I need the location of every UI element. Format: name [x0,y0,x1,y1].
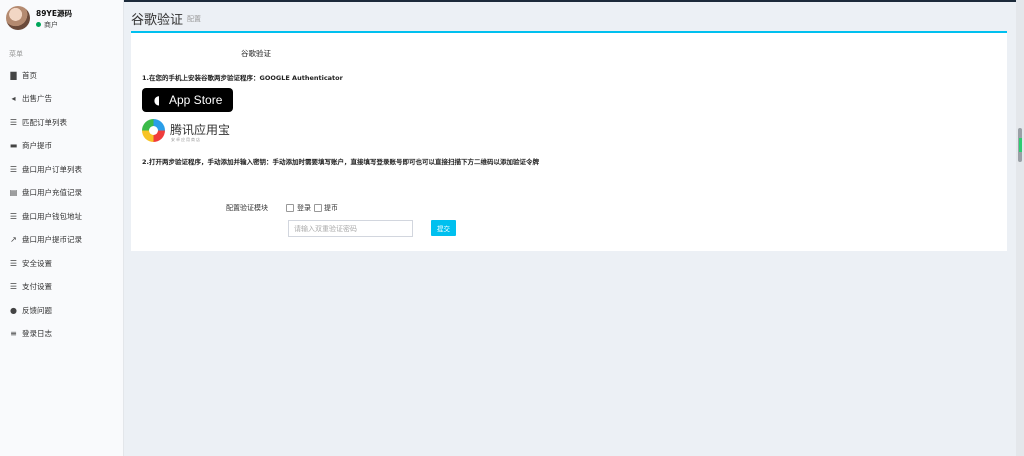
tencent-store-tagline: 安卓应用商店 [171,137,201,142]
bar-chart-icon: ▇ [10,70,17,80]
step-2-instruction: 2.打开两步验证程序，手动添加并输入密钥：手动添加时需要填写账户，直接填写登录账… [142,158,539,166]
bullhorn-icon: ◂ [11,93,16,103]
card-title: 谷歌验证 [241,49,271,58]
page-subtitle: 配置 [187,15,201,23]
google-auth-card: 谷歌验证 1.在您的手机上安装谷歌两步验证程序：GOOGLE Authentic… [131,31,1007,251]
sidebar-item-label: 盘口用户充值记录 [22,187,82,197]
top-navbar [124,0,1024,2]
page-title: 谷歌验证 [131,13,184,28]
tencent-logo-icon [142,119,165,142]
sidebar: 89YE源码 商户 菜单 ▇ 首页 ◂ 出售广告 ☰ 匹配订单列表 ▬ 商户提币 ☰ 盘口… [0,0,124,456]
menu-header: 菜单 [9,50,23,58]
sidebar-item-home[interactable]: ▇ 首页 [9,69,37,81]
list-icon: ☰ [9,281,18,291]
sidebar-item-label: 首页 [22,70,37,80]
login-checkbox-label: 登录 [297,204,311,212]
two-factor-code-input[interactable] [288,220,413,237]
list-icon: ☰ [9,211,18,221]
sidebar-item-label: 登录日志 [22,328,52,338]
sidebar-item-payment[interactable]: ☰ 支付设置 [9,280,52,292]
withdraw-checkbox-label: 提币 [324,204,338,212]
step-1-instruction: 1.在您的手机上安装谷歌两步验证程序：GOOGLE Authenticator [142,74,343,82]
sidebar-item-feedback[interactable]: ● 反馈问题 [9,304,52,316]
sidebar-item-label: 出售广告 [22,93,52,103]
sidebar-item-user-wallets[interactable]: ☰ 盘口用户钱包地址 [9,210,82,222]
sidebar-item-sell-ads[interactable]: ◂ 出售广告 [9,92,52,104]
user-name: 89YE源码 [36,9,72,18]
submit-button[interactable]: 提交 [431,220,456,236]
sidebar-item-label: 匹配订单列表 [22,117,67,127]
app-store-label: App Store [169,93,223,107]
sidebar-item-security[interactable]: ☰ 安全设置 [9,257,52,269]
sidebar-item-merchant-withdraw[interactable]: ▬ 商户提币 [9,139,52,151]
avatar[interactable] [6,6,30,30]
list-ol-icon: ≡ [10,328,17,338]
list-icon: ☰ [9,117,18,127]
comment-icon: ● [10,305,17,315]
sidebar-item-label: 盘口用户提币记录 [22,234,82,244]
tencent-appstore-badge[interactable]: 腾讯应用宝 安卓应用商店 [142,118,237,144]
scrollbar-track[interactable] [1016,0,1024,456]
user-panel: 89YE源码 商户 [6,6,121,32]
sidebar-item-label: 盘口用户订单列表 [22,164,82,174]
sidebar-item-user-withdrawals[interactable]: ↗ 盘口用户提币记录 [9,233,82,245]
credit-card-icon: ▬ [9,140,18,150]
user-status: 商户 [36,20,58,30]
sidebar-item-login-log[interactable]: ≡ 登录日志 [9,327,52,339]
withdraw-checkbox[interactable] [314,204,322,212]
app-store-badge[interactable]: ◖ App Store [142,88,233,112]
sidebar-item-label: 支付设置 [22,281,52,291]
sidebar-item-label: 安全设置 [22,258,52,268]
login-checkbox[interactable] [286,204,294,212]
sidebar-item-label: 商户提币 [22,140,52,150]
clipboard-icon: ▤ [9,187,18,197]
module-label: 配置验证模块 [226,204,268,212]
sidebar-item-matched-orders[interactable]: ☰ 匹配订单列表 [9,116,67,128]
scroll-indicator [1019,138,1022,152]
sidebar-item-user-recharge[interactable]: ▤ 盘口用户充值记录 [9,186,82,198]
sidebar-item-label: 盘口用户钱包地址 [22,211,82,221]
list-icon: ☰ [9,258,18,268]
online-status-icon [36,22,41,27]
user-role: 商户 [44,21,58,29]
sidebar-item-label: 反馈问题 [22,305,52,315]
list-icon: ☰ [9,164,18,174]
tencent-store-name: 腾讯应用宝 [170,123,231,137]
apple-icon: ◖ [153,93,161,107]
external-link-icon: ↗ [10,234,17,244]
sidebar-item-user-orders[interactable]: ☰ 盘口用户订单列表 [9,163,82,175]
